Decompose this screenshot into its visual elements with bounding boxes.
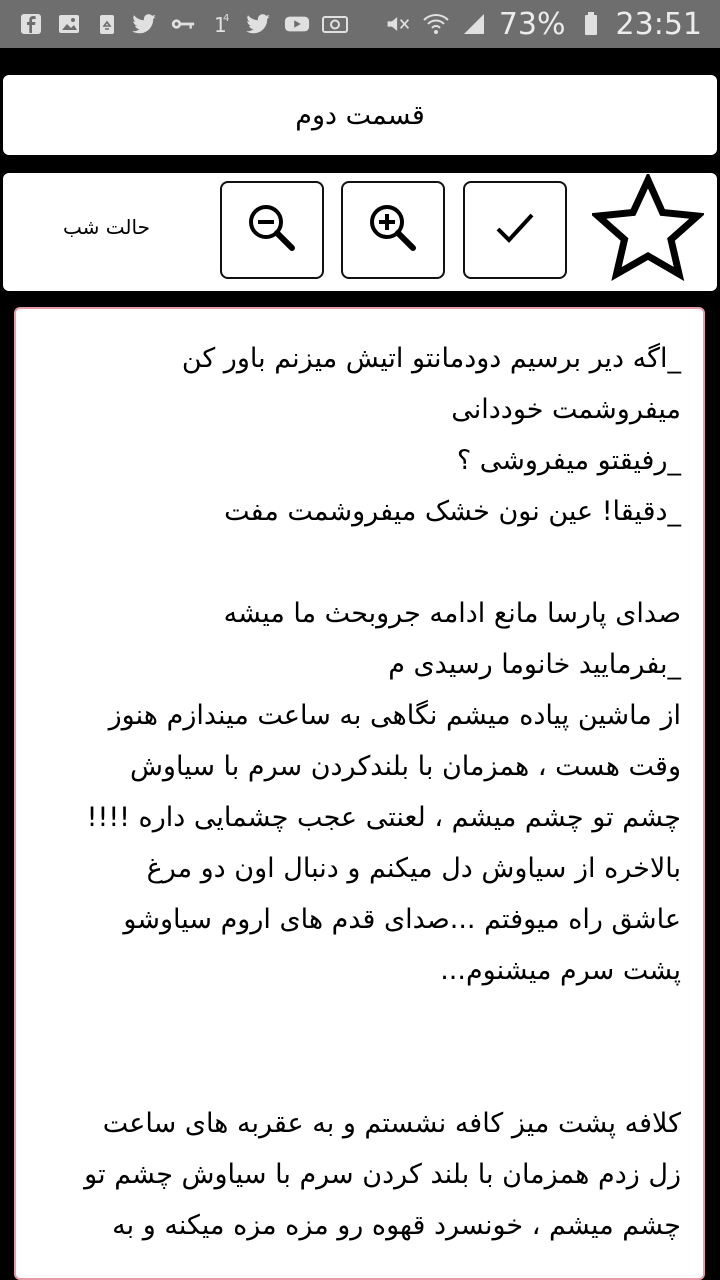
notification-one-icon: 14: [208, 13, 234, 36]
story-line: عاشق راه میوفتم ...صدای قدم های اروم سیا…: [123, 904, 681, 935]
youtube-icon: [284, 13, 310, 35]
twitter-icon: [132, 13, 158, 35]
chapter-title-bar: قسمت دوم: [3, 75, 717, 155]
recycle-icon: [94, 13, 120, 35]
story-line: _دقیقا! عین نون خشک میفروشمت مفت: [224, 496, 681, 527]
signal-icon: [461, 13, 487, 35]
story-line: زل زدم همزمان با بلند کردن سرم با سیاوش …: [84, 1159, 681, 1190]
svg-text:4: 4: [223, 13, 229, 24]
story-line: [31, 996, 681, 1047]
battery-percent: 73%: [498, 6, 566, 42]
story-line: _بفرمایید خانوما رسیدی م: [388, 649, 681, 680]
star-icon: [589, 171, 706, 290]
story-line: چشم تو چشم میشم ، لعنتی عجب چشمایی داره …: [86, 802, 681, 833]
story-line: میفروشمت خوددانی: [451, 394, 681, 425]
story-line: وقت هست ، همزمان با بلندکردن سرم با سیاو…: [129, 751, 681, 782]
story-line: [31, 1047, 681, 1098]
clock: 23:51: [615, 6, 702, 42]
night-mode-toggle[interactable]: حالت شب: [63, 215, 150, 239]
story-line: _رفیقتو میفروشی ؟: [456, 445, 681, 476]
story-text-panel[interactable]: _اگه دیر برسیم دودمانتو اتیش میزنم باور …: [14, 307, 705, 1280]
mute-icon: [385, 13, 411, 35]
story-line: _اگه دیر برسیم دودمانتو اتیش میزنم باور …: [181, 343, 681, 374]
story-line: پشت سرم میشنوم...: [440, 955, 681, 986]
key-icon: [170, 13, 196, 35]
story-text: _اگه دیر برسیم دودمانتو اتیش میزنم باور …: [31, 333, 681, 1251]
chapter-title: قسمت دوم: [295, 99, 425, 131]
battery-icon: [578, 12, 604, 35]
favorite-button[interactable]: [589, 171, 707, 291]
twitter-icon: [246, 13, 272, 35]
notification-icons: 14: [18, 13, 348, 36]
story-line: [31, 537, 681, 588]
check-icon: [490, 203, 540, 257]
story-line: چشم میشم ، خونسرد قهوه رو مزه مزه میکنه …: [112, 1210, 681, 1241]
story-line: بالاخره از سیاوش دل میکنم و دنبال اون دو…: [146, 853, 681, 884]
story-line: کلافه پشت میز کافه نشستم و به عقربه های …: [102, 1108, 681, 1139]
reader-toolbar: حالت شب: [3, 171, 717, 291]
zoom-out-button[interactable]: [220, 181, 324, 279]
status-bar: 14 73% 23:51: [0, 0, 720, 48]
system-icons: 73% 23:51: [385, 7, 702, 42]
zoom-out-icon: [244, 200, 300, 260]
story-line: صدای پارسا مانع ادامه جروبحث ما میشه: [223, 598, 681, 629]
voicemail-icon: [322, 13, 348, 35]
story-line: از ماشین پیاده میشم نگاهی به ساعت مینداز…: [108, 700, 681, 731]
zoom-in-button[interactable]: [341, 181, 445, 279]
image-icon: [56, 13, 82, 35]
confirm-button[interactable]: [463, 181, 567, 279]
zoom-in-icon: [365, 200, 421, 260]
wifi-icon: [423, 13, 449, 35]
facebook-icon: [18, 13, 44, 35]
